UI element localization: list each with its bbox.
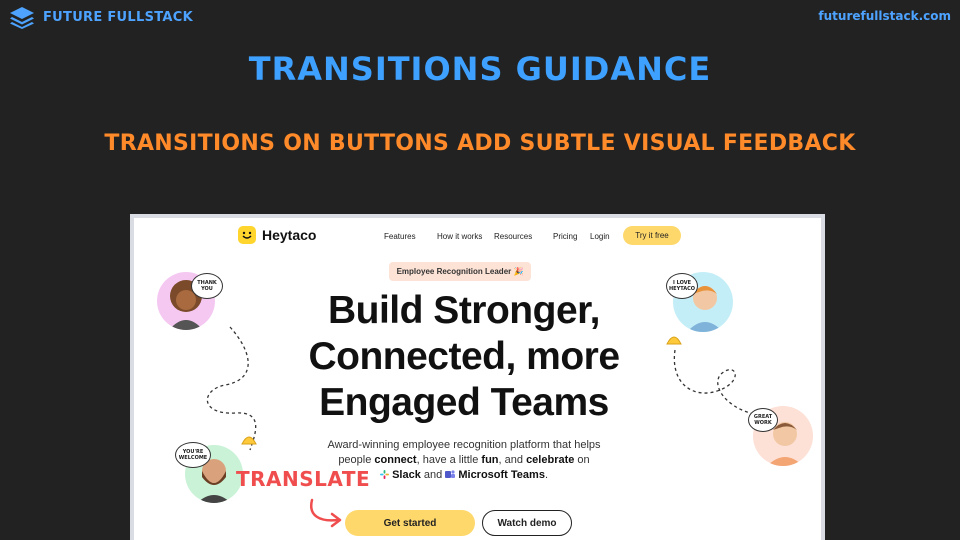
recognition-badge: Employee Recognition Leader 🎉 xyxy=(389,262,531,281)
desc-text: people xyxy=(338,454,375,466)
desc-text: , and xyxy=(498,454,527,466)
nav-how-it-works[interactable]: How it works xyxy=(437,232,482,241)
bubble-welcome: YOU'RE WELCOME xyxy=(175,442,211,468)
bubble-text: WORK xyxy=(754,420,772,426)
bubble-love-heytaco: I LOVE HEYTACO xyxy=(666,273,698,299)
heytaco-logo-text: Heytaco xyxy=(262,227,317,243)
bubble-great-work: GREAT WORK xyxy=(748,408,778,432)
desc-bold-teams: Microsoft Teams xyxy=(458,469,545,481)
hero-headline: Build Stronger, Connected, more Engaged … xyxy=(264,288,664,426)
nav-resources[interactable]: Resources xyxy=(494,232,532,241)
nav-login[interactable]: Login xyxy=(590,232,610,241)
watch-demo-button[interactable]: Watch demo xyxy=(482,510,572,536)
dashed-path-left xyxy=(206,326,257,451)
stack-layers-icon xyxy=(10,7,34,29)
desc-bold-connect: connect xyxy=(374,454,417,466)
desc-text: on xyxy=(574,454,590,466)
brand-name: FUTURE FULLSTACK xyxy=(43,9,193,25)
taco-icon xyxy=(241,436,257,445)
desc-text: and xyxy=(420,469,446,481)
desc-bold-celebrate: celebrate xyxy=(526,454,575,466)
try-it-free-button[interactable]: Try it free xyxy=(623,226,681,245)
desc-bold-fun: fun xyxy=(481,454,499,466)
get-started-button[interactable]: Get started xyxy=(345,510,475,536)
desc-line-1: Award-winning employee recognition platf… xyxy=(327,439,601,451)
brand-logo: FUTURE FULLSTACK xyxy=(8,5,193,29)
microsoft-teams-icon xyxy=(445,470,456,478)
bubble-text: HEYTACO xyxy=(668,286,696,292)
taco-smile-icon xyxy=(238,226,256,244)
desc-bold-slack: Slack xyxy=(392,469,421,481)
headline-line-2: Connected, more xyxy=(308,335,620,378)
bubble-text: WELCOME xyxy=(178,455,208,461)
headline-line-1: Build Stronger, xyxy=(327,289,601,332)
bubble-thank-you: THANK YOU xyxy=(191,273,223,299)
desc-text: , have a little xyxy=(416,454,482,466)
slack-icon xyxy=(380,470,389,479)
headline-line-3: Engaged Teams xyxy=(319,381,609,424)
nav-features[interactable]: Features xyxy=(384,232,416,241)
curved-arrow-icon xyxy=(309,498,342,528)
desc-line-2: people connect, have a little fun, and c… xyxy=(294,453,634,468)
taco-icon xyxy=(666,336,682,345)
translate-annotation: TRANSLATE xyxy=(236,467,371,491)
slide-title: TRANSITIONS GUIDANCE xyxy=(248,50,712,88)
nav-pricing[interactable]: Pricing xyxy=(553,232,577,241)
slide-subtitle: TRANSITIONS ON BUTTONS ADD SUBTLE VISUAL… xyxy=(104,131,856,156)
site-url: futurefullstack.com xyxy=(818,9,951,23)
heytaco-logo[interactable]: Heytaco xyxy=(238,226,316,244)
desc-text: . xyxy=(544,469,548,481)
bubble-text: YOU xyxy=(201,286,213,292)
